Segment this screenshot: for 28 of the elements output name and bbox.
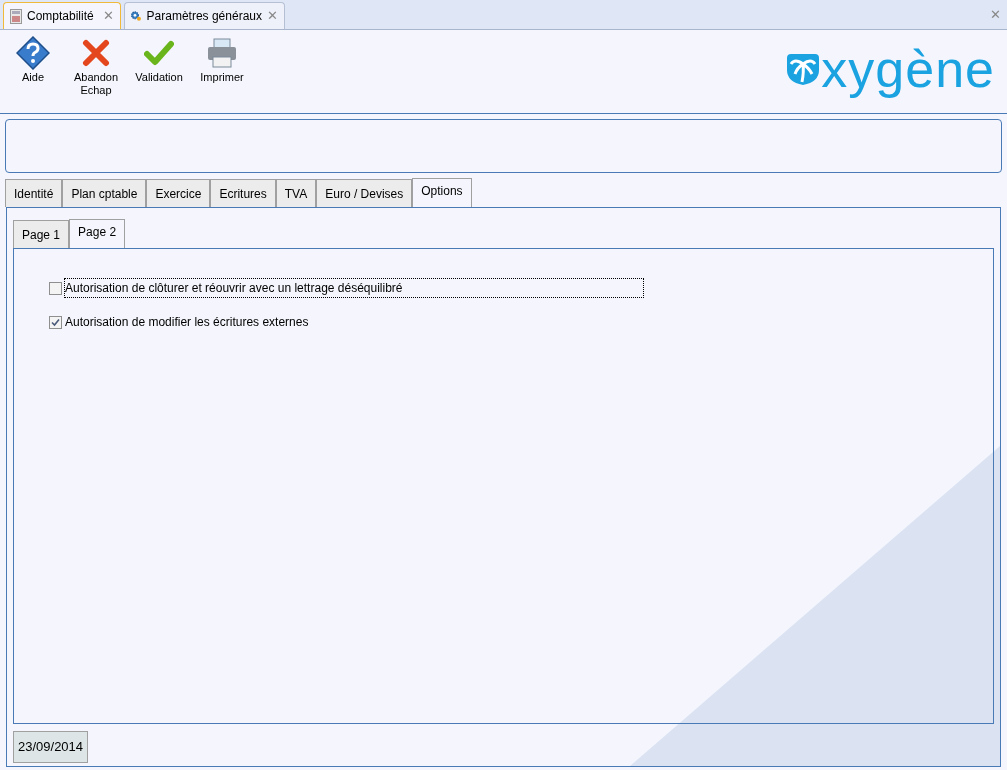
tab[interactable]: Page 2: [69, 219, 126, 249]
tab[interactable]: Plan cptable: [62, 179, 147, 207]
tab[interactable]: Ecritures: [210, 179, 276, 207]
tab[interactable]: Options: [412, 178, 472, 208]
toolbar-button[interactable]: Imprimer: [192, 35, 252, 84]
document-tab[interactable]: Paramètres généraux ✕: [124, 2, 285, 29]
tab-label: Paramètres généraux: [146, 8, 262, 25]
document-tab[interactable]: Comptabilité ✕: [3, 2, 121, 29]
checkbox[interactable]: [49, 281, 62, 295]
tab[interactable]: TVA: [275, 179, 317, 207]
tab-label: Comptabilité: [27, 8, 95, 25]
check-icon: [144, 40, 174, 66]
toolbar-button[interactable]: Abandon Echap: [66, 35, 126, 97]
toolbar-button[interactable]: Validation: [129, 35, 189, 84]
tab[interactable]: Identité: [5, 179, 63, 207]
date-label: 23/09/2014: [13, 731, 89, 763]
help-icon: [16, 36, 50, 70]
tab[interactable]: Euro / Devises: [316, 179, 413, 207]
checkbox-option[interactable]: Autorisation de clôturer et réouvrir avec un lettrage déséquilibré: [49, 279, 993, 297]
printer-icon: [206, 37, 238, 69]
toolbar-button[interactable]: Aide: [3, 35, 63, 84]
tab[interactable]: Page 1: [13, 220, 70, 248]
cancel-icon: [82, 39, 110, 67]
tab[interactable]: Exercice: [146, 179, 211, 207]
palm-tree-icon: [785, 52, 822, 86]
checkbox-option[interactable]: Autorisation de modifier les écritures externes: [49, 313, 993, 331]
checkbox[interactable]: [49, 315, 62, 329]
calculator-icon: [10, 8, 22, 24]
